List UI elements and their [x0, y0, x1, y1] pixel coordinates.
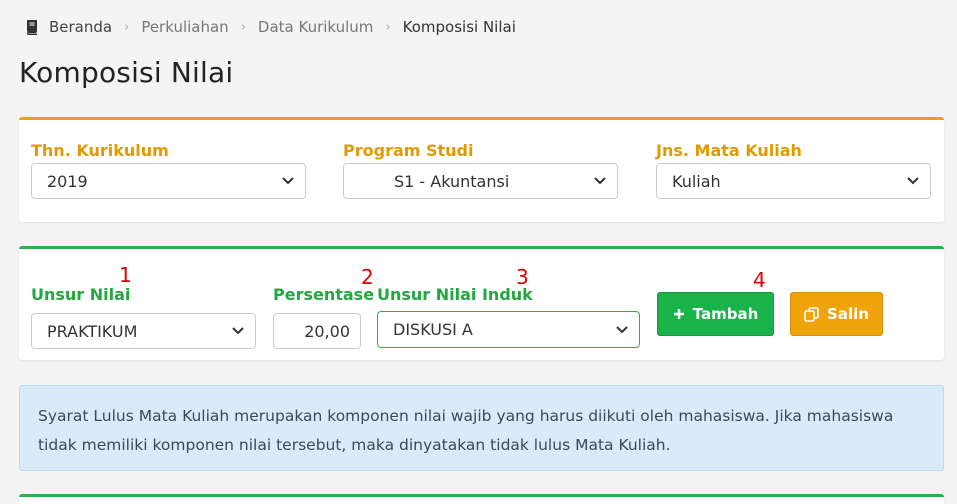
kurikulum-select[interactable]: 2019 [31, 163, 306, 199]
persentase-input[interactable]: 20,00 [273, 313, 361, 349]
breadcrumb-perkuliahan[interactable]: Perkuliahan [141, 18, 228, 36]
breadcrumb-data-kurikulum[interactable]: Data Kurikulum [258, 18, 374, 36]
prodi-value: S1 - Akuntansi [394, 171, 510, 191]
breadcrumb: Beranda › Perkuliahan › Data Kurikulum ›… [25, 17, 516, 37]
chevron-down-icon [281, 176, 295, 186]
book-icon [25, 19, 39, 35]
breadcrumb-separator: › [124, 19, 130, 35]
unsur-nilai-select[interactable]: PRAKTIKUM [31, 313, 256, 349]
annotation-marker-1: 1 [119, 263, 132, 287]
kurikulum-value: 2019 [47, 171, 88, 191]
prodi-select[interactable]: S1 - Akuntansi [343, 163, 618, 199]
salin-label: Salin [827, 305, 869, 323]
filter-card: Thn. Kurikulum 2019 Program Studi S1 - A… [19, 117, 944, 222]
breadcrumb-separator: › [240, 19, 246, 35]
info-alert-text: Syarat Lulus Mata Kuliah merupakan kompo… [38, 407, 894, 454]
unsur-nilai-induk-value: DISKUSI A [393, 320, 473, 339]
chevron-down-icon [593, 176, 607, 186]
breadcrumb-current: Komposisi Nilai [402, 18, 516, 36]
chevron-down-icon [906, 176, 920, 186]
kurikulum-label: Thn. Kurikulum [31, 141, 169, 160]
unsur-nilai-induk-label: Unsur Nilai Induk [377, 285, 533, 304]
breadcrumb-home[interactable]: Beranda [49, 18, 112, 36]
unsur-nilai-induk-select[interactable]: DISKUSI A [377, 311, 640, 348]
plus-icon [673, 308, 685, 320]
breadcrumb-separator: › [385, 19, 391, 35]
info-alert: Syarat Lulus Mata Kuliah merupakan kompo… [19, 385, 944, 471]
tambah-button[interactable]: Tambah [657, 292, 774, 336]
tambah-label: Tambah [692, 305, 759, 323]
copy-icon [804, 306, 819, 322]
prodi-label: Program Studi [343, 141, 474, 160]
annotation-marker-4: 4 [753, 268, 766, 292]
jenis-value: Kuliah [672, 171, 721, 191]
jenis-select[interactable]: Kuliah [656, 163, 931, 199]
unsur-nilai-value: PRAKTIKUM [47, 321, 138, 341]
komposisi-form-card: 1 Unsur Nilai PRAKTIKUM 2 Persentase 20,… [19, 246, 944, 360]
salin-button[interactable]: Salin [790, 292, 883, 336]
unsur-nilai-label: Unsur Nilai [31, 285, 131, 304]
chevron-down-icon [615, 325, 629, 335]
list-card [19, 494, 944, 504]
persentase-label: Persentase [273, 285, 375, 304]
jenis-label: Jns. Mata Kuliah [656, 141, 802, 160]
page-title: Komposisi Nilai [19, 56, 234, 89]
chevron-down-icon [231, 326, 245, 336]
